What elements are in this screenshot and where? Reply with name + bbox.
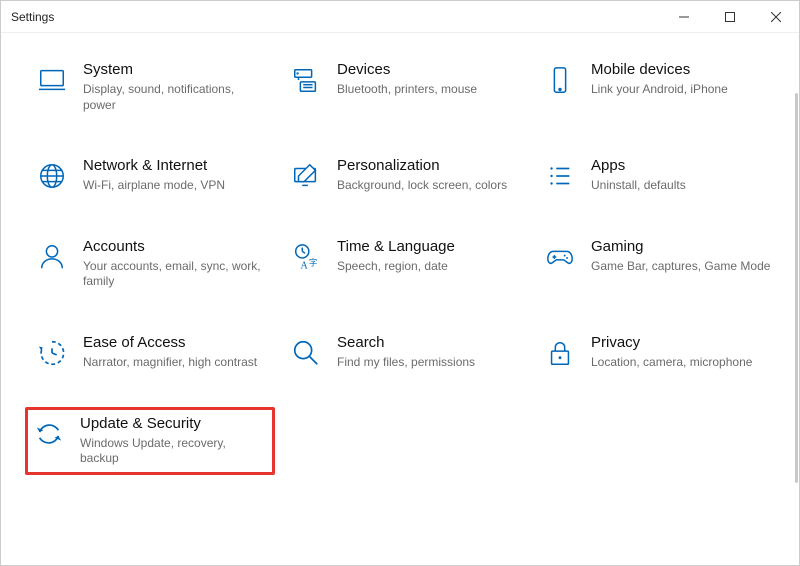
category-desc: Windows Update, recovery, backup [80, 436, 260, 467]
lock-icon [543, 336, 577, 370]
time-language-icon: A 字 [289, 240, 323, 274]
category-network[interactable]: Network & Internet Wi-Fi, airplane mode,… [29, 149, 275, 202]
category-personalization[interactable]: Personalization Background, lock screen,… [283, 149, 529, 202]
category-apps[interactable]: Apps Uninstall, defaults [537, 149, 783, 202]
category-title: Accounts [83, 238, 263, 256]
maximize-button[interactable] [707, 1, 753, 32]
category-gaming[interactable]: Gaming Game Bar, captures, Game Mode [537, 230, 783, 298]
category-desc: Uninstall, defaults [591, 178, 686, 194]
category-desc: Bluetooth, printers, mouse [337, 82, 477, 98]
gamepad-icon [543, 240, 577, 274]
pen-monitor-icon [289, 159, 323, 193]
category-devices[interactable]: Devices Bluetooth, printers, mouse [283, 53, 529, 121]
category-privacy[interactable]: Privacy Location, camera, microphone [537, 326, 783, 379]
category-desc: Display, sound, notifications, power [83, 82, 263, 113]
phone-icon [543, 63, 577, 97]
category-system[interactable]: System Display, sound, notifications, po… [29, 53, 275, 121]
category-desc: Narrator, magnifier, high contrast [83, 355, 257, 371]
settings-grid: System Display, sound, notifications, po… [29, 53, 787, 475]
window-title: Settings [11, 10, 54, 24]
category-title: Search [337, 334, 475, 352]
sync-icon [32, 417, 66, 451]
category-title: Ease of Access [83, 334, 257, 352]
category-title: Gaming [591, 238, 770, 256]
category-desc: Wi-Fi, airplane mode, VPN [83, 178, 225, 194]
list-icon [543, 159, 577, 193]
category-desc: Background, lock screen, colors [337, 178, 507, 194]
category-desc: Your accounts, email, sync, work, family [83, 259, 263, 290]
category-title: Update & Security [80, 415, 260, 433]
category-title: Privacy [591, 334, 752, 352]
person-icon [35, 240, 69, 274]
scrollbar[interactable] [795, 93, 798, 483]
window-controls [661, 1, 799, 32]
category-mobile[interactable]: Mobile devices Link your Android, iPhone [537, 53, 783, 121]
category-title: Personalization [337, 157, 507, 175]
close-button[interactable] [753, 1, 799, 32]
category-accounts[interactable]: Accounts Your accounts, email, sync, wor… [29, 230, 275, 298]
category-title: Mobile devices [591, 61, 728, 79]
category-desc: Game Bar, captures, Game Mode [591, 259, 770, 275]
settings-content: System Display, sound, notifications, po… [1, 33, 799, 565]
category-title: Apps [591, 157, 686, 175]
svg-text:A: A [300, 260, 308, 271]
category-time-language[interactable]: A 字 Time & Language Speech, region, date [283, 230, 529, 298]
ease-of-access-icon [35, 336, 69, 370]
category-title: Devices [337, 61, 477, 79]
system-icon [35, 63, 69, 97]
category-search[interactable]: Search Find my files, permissions [283, 326, 529, 379]
category-ease-of-access[interactable]: Ease of Access Narrator, magnifier, high… [29, 326, 275, 379]
category-desc: Speech, region, date [337, 259, 455, 275]
category-desc: Link your Android, iPhone [591, 82, 728, 98]
category-desc: Location, camera, microphone [591, 355, 752, 371]
category-desc: Find my files, permissions [337, 355, 475, 371]
category-update-security[interactable]: Update & Security Windows Update, recove… [25, 407, 275, 475]
titlebar: Settings [1, 1, 799, 33]
category-title: System [83, 61, 263, 79]
category-title: Time & Language [337, 238, 455, 256]
devices-icon [289, 63, 323, 97]
svg-text:字: 字 [309, 257, 317, 267]
minimize-button[interactable] [661, 1, 707, 32]
search-icon [289, 336, 323, 370]
globe-icon [35, 159, 69, 193]
category-title: Network & Internet [83, 157, 225, 175]
